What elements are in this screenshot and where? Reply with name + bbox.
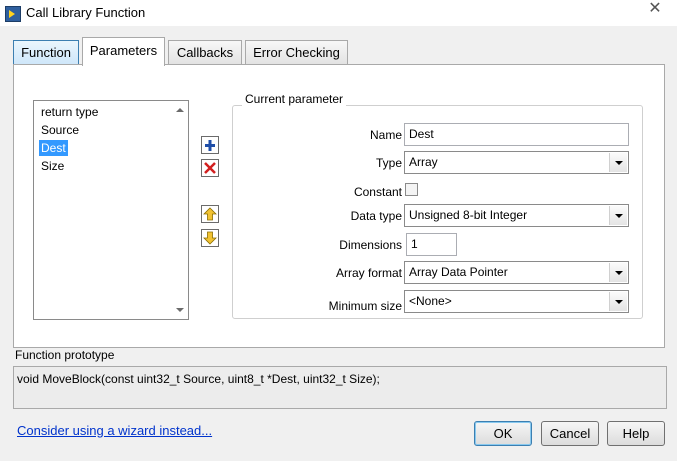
array-format-label: Array format xyxy=(335,266,402,280)
scroll-down-arrow-icon[interactable] xyxy=(176,308,184,312)
chevron-down-icon[interactable] xyxy=(609,153,627,172)
list-item[interactable]: return type xyxy=(39,104,100,120)
window-title: Call Library Function xyxy=(26,5,146,20)
list-item[interactable]: Size xyxy=(39,158,66,174)
move-up-button[interactable] xyxy=(201,205,219,223)
help-button[interactable]: Help xyxy=(607,421,665,446)
minimum-size-value: <None> xyxy=(409,294,452,308)
chevron-down-icon[interactable] xyxy=(609,292,627,311)
constant-checkbox[interactable] xyxy=(405,183,418,196)
tab-function[interactable]: Function xyxy=(13,40,79,64)
wizard-link[interactable]: Consider using a wizard instead... xyxy=(17,423,212,438)
array-format-select[interactable]: Array Data Pointer xyxy=(404,261,629,284)
title-bar: Call Library Function ✕ xyxy=(0,0,677,26)
chevron-down-icon[interactable] xyxy=(609,206,627,225)
tab-parameters[interactable]: Parameters xyxy=(82,37,165,66)
list-item[interactable]: Source xyxy=(39,122,81,138)
arrow-up-icon xyxy=(203,207,217,221)
cancel-button[interactable]: Cancel xyxy=(541,421,599,446)
function-prototype-label: Function prototype xyxy=(15,348,115,362)
type-select[interactable]: Array xyxy=(404,151,629,174)
delete-parameter-button[interactable] xyxy=(201,159,219,177)
dimensions-field[interactable]: 1 xyxy=(406,233,457,256)
name-label: Name xyxy=(369,128,402,142)
move-down-button[interactable] xyxy=(201,229,219,247)
data-type-label: Data type xyxy=(350,209,402,223)
parameter-list[interactable]: return type Source Dest Size xyxy=(33,100,189,320)
arrow-down-icon xyxy=(203,231,217,245)
current-parameter-legend: Current parameter xyxy=(242,92,347,106)
chevron-down-icon[interactable] xyxy=(609,263,627,282)
list-item-selected[interactable]: Dest xyxy=(39,140,68,156)
tab-error-checking[interactable]: Error Checking xyxy=(245,40,348,64)
type-label: Type xyxy=(375,156,402,170)
labview-app-icon xyxy=(5,6,21,22)
name-field[interactable]: Dest xyxy=(404,123,629,146)
plus-icon xyxy=(205,140,215,151)
dimensions-label: Dimensions xyxy=(339,238,402,252)
list-scrollbar[interactable] xyxy=(172,101,188,319)
scroll-up-arrow-icon[interactable] xyxy=(176,108,184,112)
constant-label: Constant xyxy=(353,185,402,199)
minimum-size-label: Minimum size xyxy=(328,299,402,313)
minimum-size-select[interactable]: <None> xyxy=(404,290,629,313)
type-value: Array xyxy=(409,155,438,169)
data-type-value: Unsigned 8-bit Integer xyxy=(409,208,528,222)
tab-callbacks[interactable]: Callbacks xyxy=(168,40,242,64)
function-prototype-box: void MoveBlock(const uint32_t Source, ui… xyxy=(13,366,667,409)
add-parameter-button[interactable] xyxy=(201,136,219,154)
data-type-select[interactable]: Unsigned 8-bit Integer xyxy=(404,204,629,227)
ok-button[interactable]: OK xyxy=(474,421,532,446)
array-format-value: Array Data Pointer xyxy=(409,265,508,279)
close-icon[interactable]: ✕ xyxy=(633,0,677,20)
x-icon xyxy=(204,162,216,174)
